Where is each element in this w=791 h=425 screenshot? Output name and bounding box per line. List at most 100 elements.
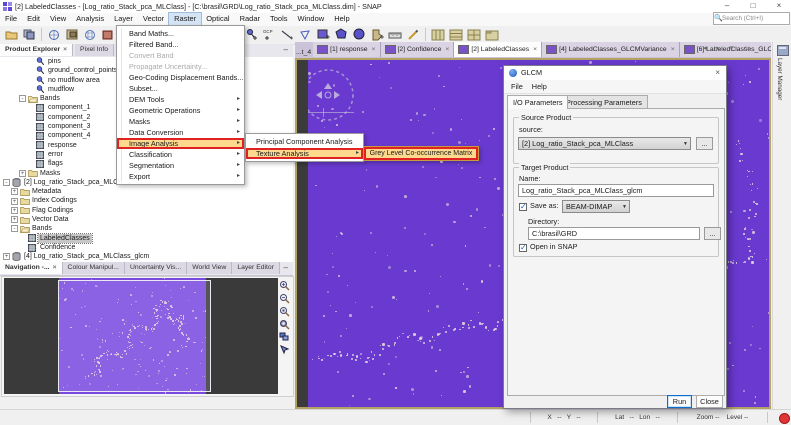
close-tab-icon[interactable]: × bbox=[671, 46, 675, 53]
ellipse-tool-icon[interactable] bbox=[351, 27, 367, 42]
expand-icon[interactable]: + bbox=[11, 207, 18, 214]
collapse-icon[interactable]: - bbox=[19, 95, 26, 102]
expand-icon[interactable]: + bbox=[3, 253, 10, 260]
search-input[interactable]: 🔍Search (Ctrl+I) bbox=[713, 12, 790, 25]
nav-tab-world-view[interactable]: World View bbox=[187, 262, 232, 274]
menu-optical[interactable]: Optical bbox=[201, 13, 234, 25]
menu-item-dem-tools[interactable]: DEM Tools▸ bbox=[117, 94, 244, 105]
sync-view-icon[interactable] bbox=[278, 331, 291, 343]
polygon-tool-icon[interactable] bbox=[333, 27, 349, 42]
menu-item-masks[interactable]: Masks▸ bbox=[117, 116, 244, 127]
tree-row-bands[interactable]: -Bands bbox=[0, 224, 293, 233]
close-icon[interactable]: × bbox=[63, 46, 67, 53]
menu-layer[interactable]: Layer bbox=[109, 13, 138, 25]
menu-item-filtered-band[interactable]: Filtered Band... bbox=[117, 39, 244, 50]
close-tab-icon[interactable]: × bbox=[445, 46, 449, 53]
measure-tool-icon[interactable] bbox=[387, 27, 403, 42]
tile-horizontally-icon[interactable] bbox=[448, 27, 464, 42]
tree-row-index-codings[interactable]: +Index Codings bbox=[0, 196, 293, 205]
run-button[interactable]: Run bbox=[667, 395, 692, 408]
open-in-snap-checkbox[interactable] bbox=[519, 244, 527, 252]
open-product-icon[interactable] bbox=[3, 27, 19, 42]
nav-tab-layer-editor[interactable]: Layer Editor bbox=[232, 262, 280, 274]
zoom-out-icon[interactable] bbox=[278, 292, 291, 304]
menu-tools[interactable]: Tools bbox=[265, 13, 293, 25]
expand-icon[interactable]: + bbox=[19, 170, 26, 177]
tree-row-vector-data[interactable]: +Vector Data bbox=[0, 215, 293, 224]
dialog-menu-file[interactable]: File bbox=[511, 82, 523, 91]
nav-tab-navigation[interactable]: Navigation -...× bbox=[0, 262, 63, 274]
layer-manager-icon[interactable] bbox=[777, 45, 789, 56]
tile-vertically-icon[interactable] bbox=[430, 27, 446, 42]
menu-item-geo-coding-displacement-bands[interactable]: Geo-Coding Displacement Bands... bbox=[117, 72, 244, 83]
close-tab-icon[interactable]: × bbox=[372, 46, 376, 53]
format-combobox[interactable]: BEAM-DIMAP▼ bbox=[562, 200, 630, 213]
menu-item-segmentation[interactable]: Segmentation▸ bbox=[117, 160, 244, 171]
visible-area-box[interactable] bbox=[58, 280, 211, 392]
zoom-pixel-icon[interactable] bbox=[278, 305, 291, 317]
menu-item-classification[interactable]: Classification▸ bbox=[117, 149, 244, 160]
nav-tab-colour-manipul[interactable]: Colour Manipul... bbox=[63, 262, 125, 274]
close-tab-icon[interactable]: × bbox=[53, 264, 57, 271]
dialog-menu-help[interactable]: Help bbox=[532, 82, 547, 91]
menu-item-geometric-operations[interactable]: Geometric Operations▸ bbox=[117, 105, 244, 116]
polyline-tool-icon[interactable] bbox=[297, 27, 313, 42]
layer-manager-label[interactable]: Layer Manager bbox=[776, 58, 783, 100]
expand-icon[interactable]: + bbox=[11, 198, 18, 205]
doc-tab-2-labeledclasses[interactable]: [2] LabeledClasses× bbox=[454, 42, 542, 57]
menu-item-image-analysis[interactable]: Image Analysis▸ bbox=[117, 138, 244, 149]
menu-radar[interactable]: Radar bbox=[235, 13, 265, 25]
gcp-tool-icon[interactable]: GCP bbox=[261, 27, 277, 42]
menu-item-band-maths[interactable]: Band Maths... bbox=[117, 28, 244, 39]
menu-item-subset[interactable]: Subset... bbox=[117, 83, 244, 94]
menu-item-grey-level-co-occurrence-matrix[interactable]: Grey Level Co-occurrence Matrix bbox=[363, 146, 479, 161]
line-tool-icon[interactable] bbox=[279, 27, 295, 42]
sync-cursor-icon[interactable] bbox=[278, 344, 291, 356]
menu-analysis[interactable]: Analysis bbox=[71, 13, 109, 25]
menu-edit[interactable]: Edit bbox=[22, 13, 45, 25]
target-name-field[interactable]: Log_ratio_Stack_pca_MLClass_glcm bbox=[518, 184, 714, 197]
close-dialog-button[interactable]: Close bbox=[696, 395, 723, 408]
menu-item-data-conversion[interactable]: Data Conversion▸ bbox=[117, 127, 244, 138]
minimize-panel-icon[interactable]: – bbox=[284, 262, 288, 274]
expand-icon[interactable]: + bbox=[11, 216, 18, 223]
menu-help[interactable]: Help bbox=[329, 13, 354, 25]
menu-window[interactable]: Window bbox=[293, 13, 330, 25]
tab-io-parameters[interactable]: I/O Parameters bbox=[507, 95, 568, 109]
dialog-close-icon[interactable]: × bbox=[715, 66, 720, 80]
tree-row-confidence[interactable]: Confidence bbox=[0, 243, 293, 252]
doc-tab-2-confidence[interactable]: [2] Confidence× bbox=[381, 42, 455, 57]
reprojection-icon[interactable] bbox=[46, 27, 62, 42]
source-product-combobox[interactable]: [2] Log_ratio_Stack_pca_MLClass▼ bbox=[518, 137, 691, 150]
tab-product-explorer[interactable]: Product Explorer× bbox=[0, 44, 73, 56]
collapse-icon[interactable]: - bbox=[11, 225, 18, 232]
navigation-thumbnail[interactable] bbox=[4, 278, 278, 394]
pencil-tool-icon[interactable] bbox=[405, 27, 421, 42]
tab-scroll-arrows[interactable]: ◂ ▸ ▾ ▭ bbox=[703, 44, 769, 56]
close-tab-icon[interactable]: × bbox=[533, 46, 537, 53]
menu-vector[interactable]: Vector bbox=[138, 13, 169, 25]
tile-single-icon[interactable] bbox=[484, 27, 500, 42]
tab-processing-parameters[interactable]: Processing Parameters bbox=[560, 95, 648, 108]
menu-file[interactable]: File bbox=[0, 13, 22, 25]
tree-row-metadata[interactable]: +Metadata bbox=[0, 187, 293, 196]
doc-tab-4-labeledclasses-glcmvariance[interactable]: [4] LabeledClasses_GLCMVariance× bbox=[542, 42, 680, 57]
save-as-checkbox[interactable] bbox=[519, 203, 527, 211]
tree-row-4-log-ratio-stack-pca-mlclass-glcm[interactable]: +[4] Log_ratio_Stack_pca_MLClass_glcm bbox=[0, 252, 293, 261]
tab-pixel-info[interactable]: Pixel Info bbox=[75, 44, 114, 56]
directory-browse-button[interactable]: ... bbox=[704, 227, 721, 240]
rectangle-tool-icon[interactable] bbox=[315, 27, 331, 42]
pan-compass-overlay[interactable] bbox=[308, 65, 370, 128]
tile-grid-icon[interactable] bbox=[466, 27, 482, 42]
dialog-title-bar[interactable]: GLCM × bbox=[504, 66, 726, 80]
product-stack-icon[interactable] bbox=[21, 27, 37, 42]
collapse-icon[interactable]: - bbox=[3, 179, 10, 186]
band-select-icon[interactable] bbox=[100, 27, 116, 42]
menu-item-texture-analysis[interactable]: Texture Analysis▸ bbox=[246, 148, 363, 160]
directory-field[interactable]: C:\brasil\GRD bbox=[528, 227, 700, 240]
zoom-in-icon[interactable] bbox=[278, 279, 291, 291]
tree-row-flag-codings[interactable]: +Flag Codings bbox=[0, 206, 293, 215]
nav-tab-uncertainty-vis[interactable]: Uncertainty Vis... bbox=[125, 262, 187, 274]
import-vector-icon[interactable] bbox=[369, 27, 385, 42]
doc-tab-t-4[interactable]: ...t_4 bbox=[295, 45, 313, 58]
